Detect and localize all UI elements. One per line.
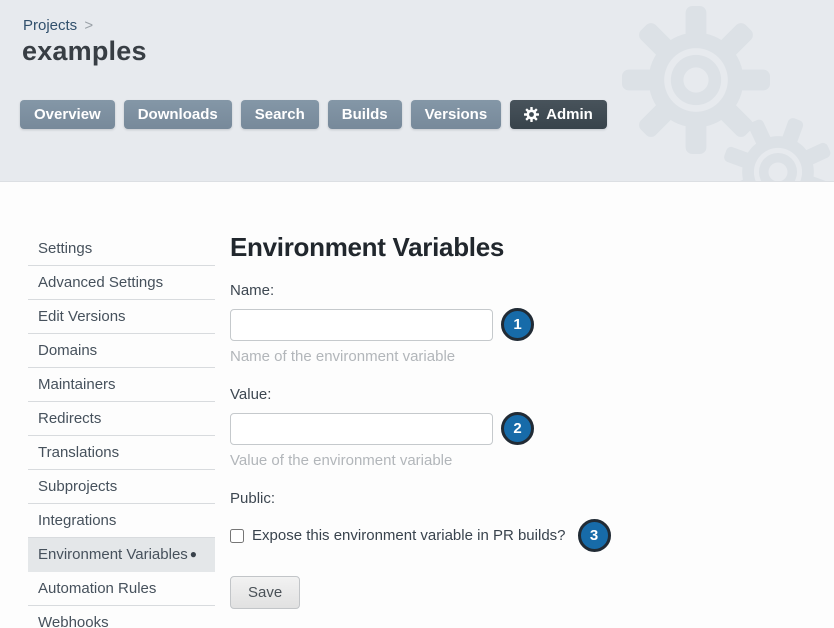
sidebar-item-automation-rules[interactable]: Automation Rules	[28, 572, 215, 606]
nav-downloads-button[interactable]: Downloads	[124, 100, 232, 129]
sidebar-item-integrations[interactable]: Integrations	[28, 504, 215, 538]
name-label: Name:	[230, 282, 611, 299]
public-checkbox-label: Expose this environment variable in PR b…	[252, 527, 566, 544]
nav-admin-label: Admin	[546, 106, 593, 123]
sidebar-item-edit-versions[interactable]: Edit Versions	[28, 300, 215, 334]
public-label: Public:	[230, 490, 611, 507]
gear-decoration-small	[722, 116, 834, 182]
nav-admin-button[interactable]: Admin	[510, 100, 607, 129]
sidebar-item-environment-variables[interactable]: Environment Variables●	[28, 538, 215, 572]
name-help-text: Name of the environment variable	[230, 348, 611, 365]
project-nav: Overview Downloads Search Builds Version…	[20, 100, 607, 129]
value-field-group: Value: 2 Value of the environment variab…	[230, 386, 611, 469]
save-button[interactable]: Save	[230, 576, 300, 609]
sidebar-item-maintainers[interactable]: Maintainers	[28, 368, 215, 402]
sidebar-item-webhooks[interactable]: Webhooks	[28, 606, 215, 628]
name-field-group: Name: 1 Name of the environment variable	[230, 282, 611, 365]
value-label: Value:	[230, 386, 611, 403]
sidebar-item-domains[interactable]: Domains	[28, 334, 215, 368]
sidebar-item-subprojects[interactable]: Subprojects	[28, 470, 215, 504]
breadcrumb-projects-link[interactable]: Projects	[23, 17, 77, 34]
nav-overview-button[interactable]: Overview	[20, 100, 115, 129]
project-header: Projects > examples Overview Downloads S…	[0, 0, 834, 182]
environment-variables-form: Environment Variables Name: 1 Name of th…	[230, 232, 611, 628]
public-checkbox[interactable]	[230, 529, 244, 543]
callout-badge-1: 1	[501, 308, 534, 341]
page-title: examples	[22, 36, 147, 67]
active-item-marker: ●	[190, 547, 197, 561]
sidebar-item-redirects[interactable]: Redirects	[28, 402, 215, 436]
section-heading: Environment Variables	[230, 232, 611, 263]
admin-content: Settings Advanced Settings Edit Versions…	[0, 182, 834, 628]
public-field-group: Public: Expose this environment variable…	[230, 490, 611, 552]
admin-sidebar: Settings Advanced Settings Edit Versions…	[28, 232, 215, 628]
name-input[interactable]	[230, 309, 493, 341]
sidebar-item-label: Environment Variables	[38, 546, 188, 563]
callout-badge-3: 3	[578, 519, 611, 552]
sidebar-item-settings[interactable]: Settings	[28, 232, 215, 266]
nav-builds-button[interactable]: Builds	[328, 100, 402, 129]
breadcrumb-separator: >	[84, 17, 93, 34]
sidebar-item-advanced-settings[interactable]: Advanced Settings	[28, 266, 215, 300]
value-input[interactable]	[230, 413, 493, 445]
nav-versions-button[interactable]: Versions	[411, 100, 502, 129]
breadcrumb: Projects >	[23, 17, 93, 34]
gear-icon	[524, 107, 539, 122]
value-help-text: Value of the environment variable	[230, 452, 611, 469]
callout-badge-2: 2	[501, 412, 534, 445]
nav-search-button[interactable]: Search	[241, 100, 319, 129]
sidebar-item-translations[interactable]: Translations	[28, 436, 215, 470]
